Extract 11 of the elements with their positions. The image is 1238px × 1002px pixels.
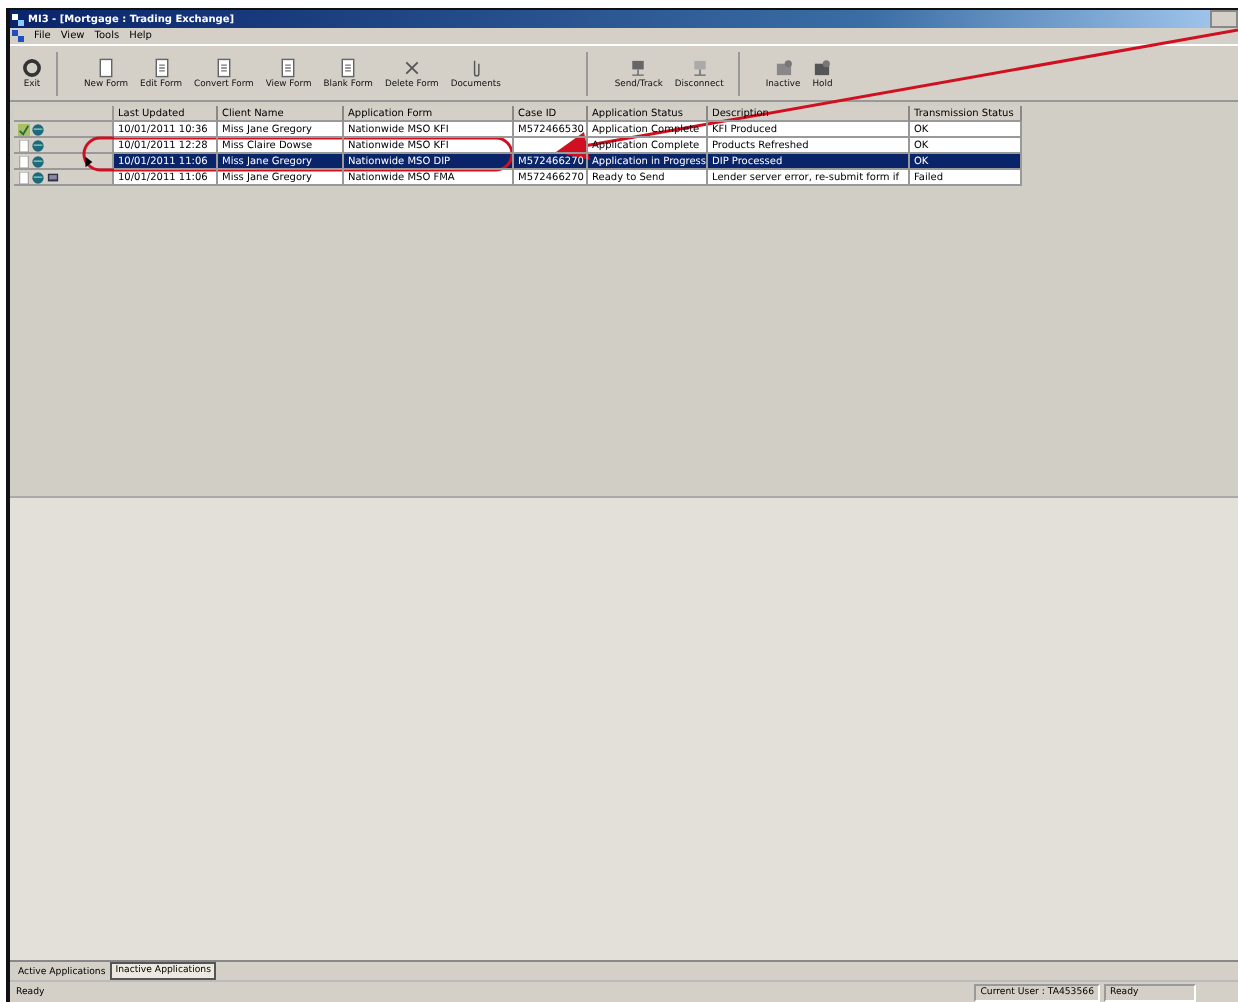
globe-icon (32, 123, 44, 135)
globe-icon (32, 171, 44, 183)
check-icon (18, 123, 30, 135)
globe-icon (32, 155, 44, 167)
window-buttons[interactable] (1210, 10, 1238, 28)
network-icon (628, 57, 649, 77)
network-icon (689, 57, 710, 77)
power-icon (22, 57, 42, 77)
cross-icon (401, 57, 422, 77)
row-pointer-icon (82, 155, 94, 167)
globe-icon (32, 139, 44, 151)
